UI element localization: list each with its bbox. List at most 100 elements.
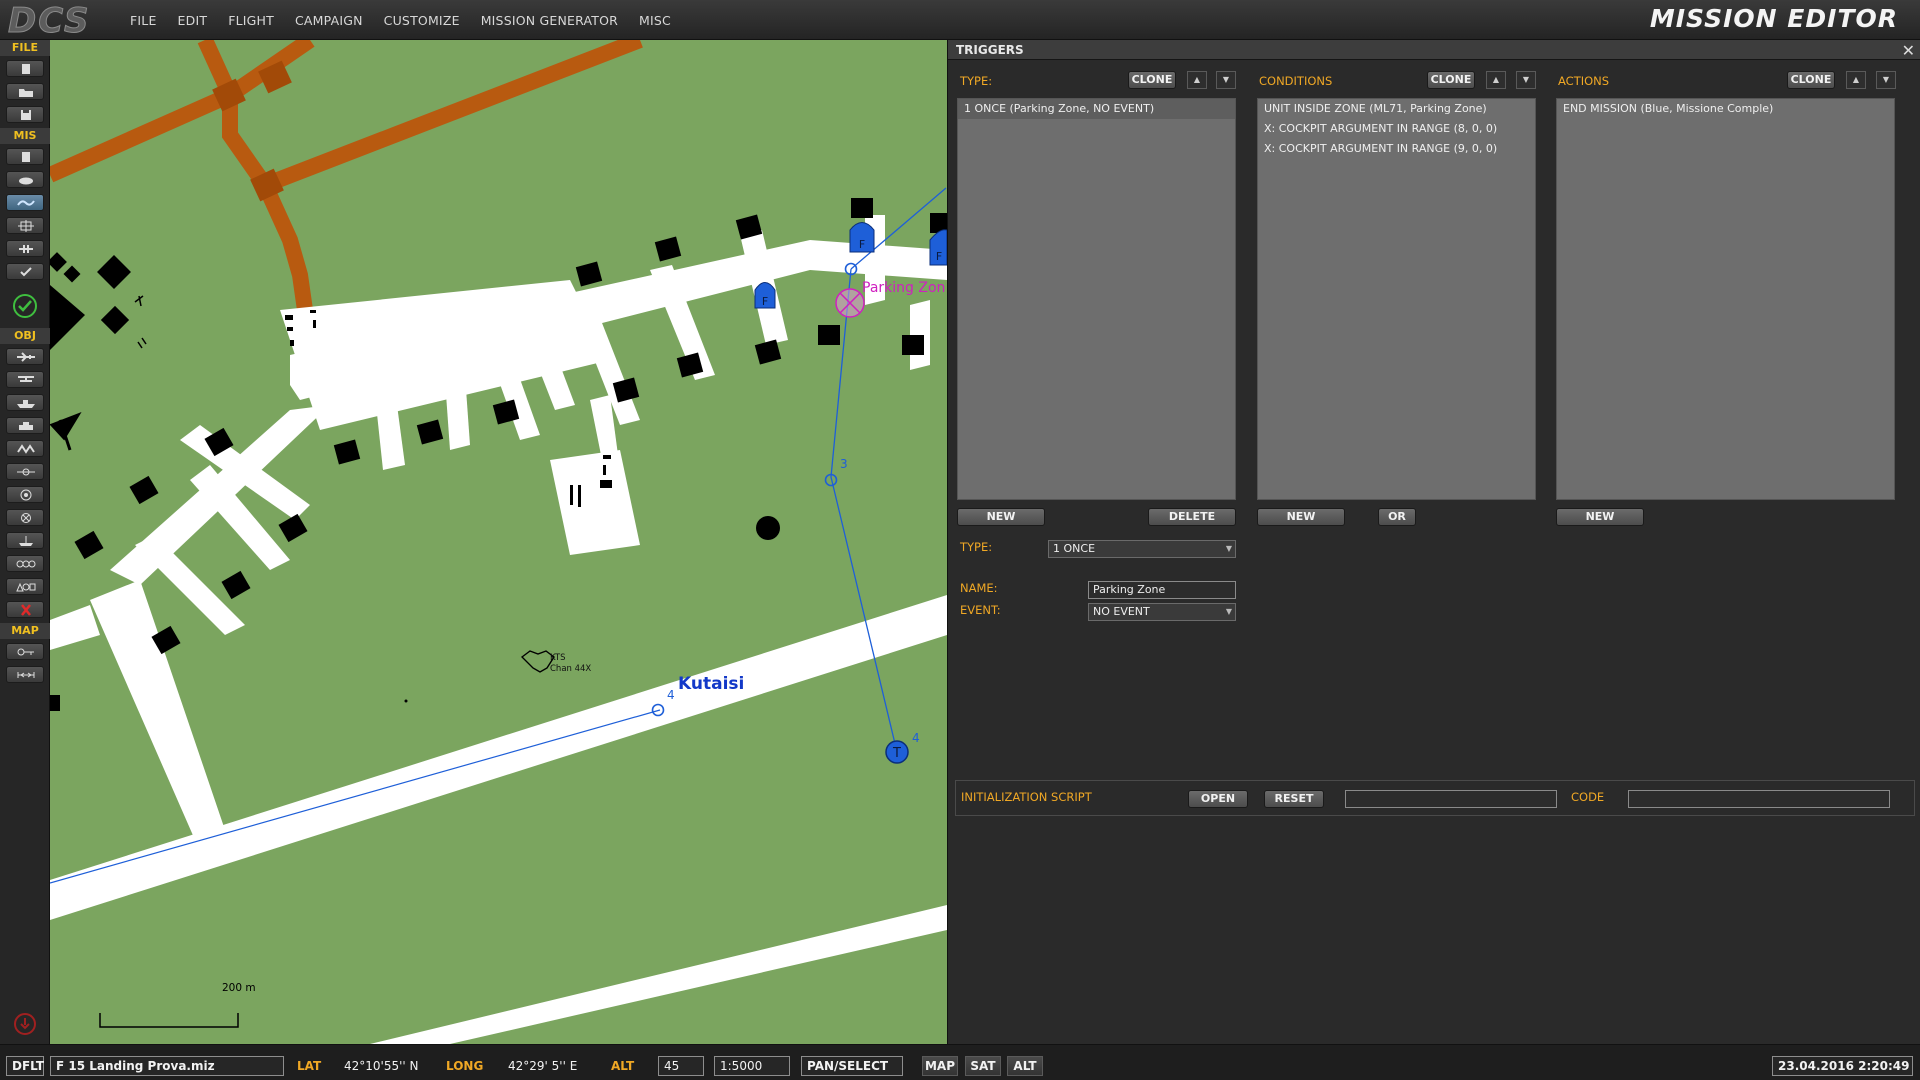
menu-misc[interactable]: MISC	[639, 13, 671, 28]
add-nav-point-button[interactable]	[6, 509, 44, 526]
check-button[interactable]	[6, 263, 44, 280]
weather-button[interactable]	[6, 171, 44, 188]
name-label: NAME:	[960, 581, 998, 595]
delete-x-icon	[21, 604, 31, 616]
target-icon	[20, 489, 32, 501]
trigger-list[interactable]: 1 ONCE (Parking Zone, NO EVENT)	[957, 98, 1236, 500]
actions-label: ACTIONS	[1558, 74, 1610, 88]
target-waypoint[interactable]: T 4	[885, 731, 920, 764]
svg-text:F: F	[762, 295, 768, 308]
exit-icon[interactable]	[13, 1012, 37, 1036]
add-ship-button[interactable]	[6, 394, 44, 411]
triggers-title: TRIGGERS	[956, 43, 1024, 57]
event-select[interactable]: NO EVENT ▼	[1088, 603, 1236, 621]
save-mission-button[interactable]	[6, 106, 44, 123]
add-vehicle-button[interactable]	[6, 417, 44, 434]
open-mission-button[interactable]	[6, 83, 44, 100]
shapes-icon	[16, 582, 36, 592]
menu-edit[interactable]: EDIT	[178, 13, 208, 28]
mission-filename: F 15 Landing Prova.miz	[50, 1056, 284, 1076]
parking-marker-3[interactable]: F	[929, 229, 947, 266]
clone-condition-button[interactable]: CLONE	[1427, 71, 1475, 89]
convoy-icon	[17, 444, 35, 454]
or-condition-button[interactable]: OR	[1378, 508, 1416, 526]
open-script-button[interactable]: OPEN	[1188, 790, 1248, 808]
code-field[interactable]	[1628, 790, 1890, 808]
dcs-logo: DCS	[8, 2, 89, 38]
new-condition-button[interactable]: NEW	[1257, 508, 1345, 526]
trigger-type-select[interactable]: 1 ONCE ▼	[1048, 540, 1236, 558]
trigger-type-value: 1 ONCE	[1053, 542, 1096, 555]
add-group-button[interactable]	[6, 555, 44, 572]
map-view-button[interactable]: MAP	[922, 1056, 958, 1076]
clone-trigger-button[interactable]: CLONE	[1128, 71, 1176, 89]
goals-button[interactable]	[6, 240, 44, 257]
list-item[interactable]: END MISSION (Blue, Missione Comple)	[1557, 99, 1894, 119]
move-action-down-button[interactable]: ▼	[1876, 71, 1896, 89]
altitude-view-button[interactable]: ALT	[1007, 1056, 1043, 1076]
conditions-list[interactable]: UNIT INSIDE ZONE (ML71, Parking Zone) X:…	[1257, 98, 1536, 500]
menu-file[interactable]: FILE	[130, 13, 157, 28]
parking-marker-1[interactable]: F	[754, 282, 776, 309]
reset-script-button[interactable]: RESET	[1264, 790, 1324, 808]
event-label: EVENT:	[960, 603, 1001, 617]
move-condition-up-button[interactable]: ▲	[1486, 71, 1506, 89]
plane-icon	[17, 352, 35, 362]
delete-trigger-button[interactable]: DELETE	[1148, 508, 1236, 526]
add-zone-button[interactable]	[6, 463, 44, 480]
svg-text:F: F	[936, 250, 942, 263]
list-item[interactable]: UNIT INSIDE ZONE (ML71, Parking Zone)	[1258, 99, 1535, 119]
draw-shapes-button[interactable]	[6, 578, 44, 595]
actions-list[interactable]: END MISSION (Blue, Missione Comple)	[1556, 98, 1895, 500]
mode-indicator[interactable]: DFLT	[6, 1056, 44, 1076]
add-static-button[interactable]	[6, 440, 44, 457]
move-action-up-button[interactable]: ▲	[1846, 71, 1866, 89]
parking-marker-2[interactable]: F	[849, 222, 875, 253]
add-template-button[interactable]	[6, 532, 44, 549]
mission-datetime[interactable]: 23.04.2016 2:20:49	[1772, 1056, 1913, 1076]
menu-customize[interactable]: CUSTOMIZE	[384, 13, 460, 28]
save-icon	[21, 110, 31, 120]
mission-ok-icon[interactable]	[12, 293, 38, 319]
briefing-button[interactable]	[6, 148, 44, 165]
add-plane-button[interactable]	[6, 348, 44, 365]
trigger-icon	[17, 200, 35, 206]
menu-mission-generator[interactable]: MISSION GENERATOR	[481, 13, 618, 28]
small-aircraft-icon	[134, 295, 144, 307]
ruler-button[interactable]	[6, 666, 44, 683]
new-trigger-button[interactable]: NEW	[957, 508, 1045, 526]
map-scale-field[interactable]: 1:5000	[714, 1056, 790, 1076]
map-options-button[interactable]	[6, 643, 44, 660]
lat-label: LAT	[297, 1059, 322, 1073]
map-canvas[interactable]: KTS Chan 44X 3 4 T 4 F F F Parking Zon K…	[50, 40, 947, 1044]
new-mission-button[interactable]	[6, 60, 44, 77]
app-title: MISSION EDITOR	[1649, 4, 1898, 33]
add-trigger-zone-button[interactable]	[6, 486, 44, 503]
delete-object-button[interactable]	[6, 601, 44, 618]
tool-mode-field[interactable]: PAN/SELECT	[801, 1056, 903, 1076]
nav-point-icon	[21, 513, 31, 523]
list-item[interactable]: 1 ONCE (Parking Zone, NO EVENT)	[958, 99, 1235, 119]
long-value: 42°29' 5'' E	[508, 1059, 578, 1073]
trigger-name-field[interactable]: Parking Zone	[1088, 581, 1236, 599]
move-trigger-down-button[interactable]: ▼	[1216, 71, 1236, 89]
move-trigger-up-button[interactable]: ▲	[1187, 71, 1207, 89]
close-icon[interactable]: ✕	[1902, 41, 1915, 60]
add-helicopter-button[interactable]	[6, 371, 44, 388]
new-action-button[interactable]: NEW	[1556, 508, 1644, 526]
script-file-field[interactable]	[1345, 790, 1557, 808]
folder-icon	[19, 89, 33, 97]
resource-manager-button[interactable]	[6, 217, 44, 234]
svg-text:T: T	[892, 746, 901, 761]
menu-campaign[interactable]: CAMPAIGN	[295, 13, 363, 28]
alt-value: 45	[658, 1056, 704, 1076]
menu-flight[interactable]: FLIGHT	[228, 13, 274, 28]
list-item[interactable]: X: COCKPIT ARGUMENT IN RANGE (9, 0, 0)	[1258, 139, 1535, 159]
clone-action-button[interactable]: CLONE	[1787, 71, 1835, 89]
triggers-button[interactable]	[6, 194, 44, 211]
trigger-type-label: TYPE:	[960, 74, 993, 88]
move-condition-down-button[interactable]: ▼	[1516, 71, 1536, 89]
satellite-view-button[interactable]: SAT	[965, 1056, 1001, 1076]
map-view[interactable]: KTS Chan 44X 3 4 T 4 F F F Parking Zon K…	[50, 40, 947, 1044]
list-item[interactable]: X: COCKPIT ARGUMENT IN RANGE (8, 0, 0)	[1258, 119, 1535, 139]
